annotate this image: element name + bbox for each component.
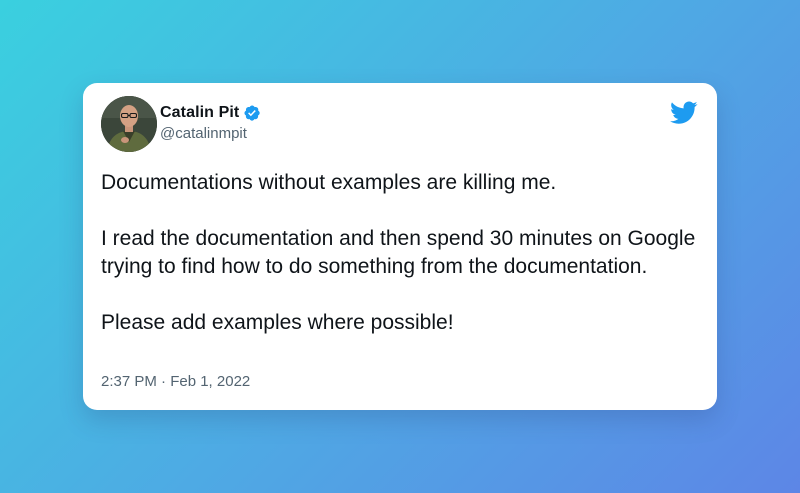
twitter-bird-icon[interactable] [670,101,698,125]
tweet-paragraph-3: Please add examples where possible! [101,311,454,334]
tweet-timestamp[interactable]: 2:37 PM · Feb 1, 2022 [101,373,250,390]
author-block: Catalin Pit @catalinmpit [160,102,261,142]
tweet-text: Documentations without examples are kill… [101,169,701,337]
tweet-paragraph-1: Documentations without examples are kill… [101,171,557,194]
author-name-row: Catalin Pit [160,102,261,124]
tweet-card: Catalin Pit @catalinmpit Documentations … [83,83,717,410]
avatar[interactable] [101,96,157,152]
verified-badge-icon [243,104,261,122]
tweet-paragraph-2: I read the documentation and then spend … [101,227,696,278]
author-name[interactable]: Catalin Pit [160,104,239,122]
author-handle[interactable]: @catalinmpit [160,125,261,142]
